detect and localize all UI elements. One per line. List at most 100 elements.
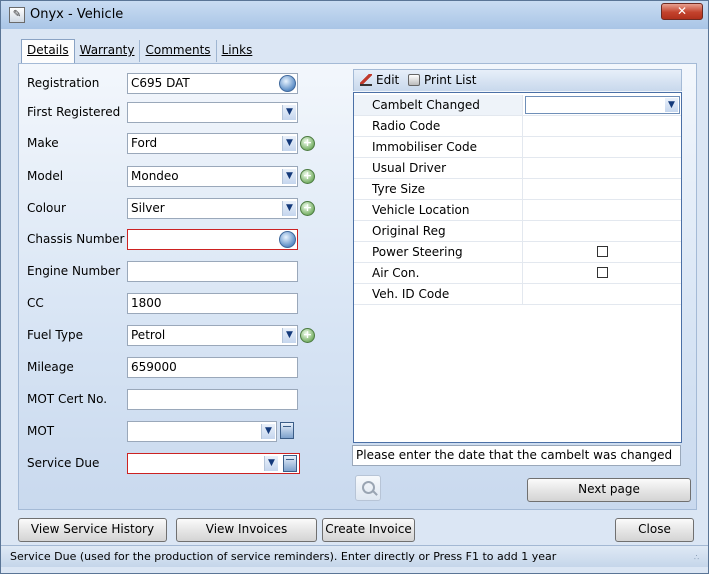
fuel-type-select[interactable]: Petrol ▼ <box>127 325 298 346</box>
grid-row-value[interactable] <box>522 221 681 241</box>
model-value: Mondeo <box>131 169 179 183</box>
grid-row-label: Original Reg <box>372 224 446 238</box>
first-registered-dropdown-icon[interactable]: ▼ <box>282 105 296 120</box>
printer-icon <box>408 74 420 86</box>
chassis-lookup-globe-icon[interactable] <box>279 231 296 248</box>
window-title: Onyx - Vehicle <box>30 7 124 22</box>
air-con-checkbox[interactable] <box>597 267 608 278</box>
add-model-plus-icon[interactable]: + <box>300 169 315 184</box>
service-due-date-field[interactable]: ▼ <box>127 453 300 474</box>
mot-cert-no-label: MOT Cert No. <box>27 392 108 406</box>
colour-dropdown-icon[interactable]: ▼ <box>282 201 296 216</box>
extra-details-grid: Cambelt Changed ▼ Radio Code Immobiliser… <box>353 92 682 443</box>
registration-label: Registration <box>27 76 100 90</box>
grid-row-label: Vehicle Location <box>372 203 470 217</box>
tab-strip: Details Warranty Comments Links <box>21 39 258 63</box>
model-dropdown-icon[interactable]: ▼ <box>282 169 296 184</box>
grid-row[interactable]: Vehicle Location <box>354 200 681 221</box>
title-bar[interactable]: ✎ Onyx - Vehicle ✕ <box>1 1 708 29</box>
window-close-button[interactable]: ✕ <box>661 3 703 20</box>
add-make-plus-icon[interactable]: + <box>300 136 315 151</box>
mot-calendar-icon[interactable] <box>280 422 294 439</box>
edit-pencil-icon <box>360 74 372 86</box>
service-due-label: Service Due <box>27 456 100 470</box>
model-label: Model <box>27 169 64 183</box>
chassis-number-field[interactable] <box>127 229 298 250</box>
engine-number-field[interactable] <box>127 261 298 282</box>
fuel-type-label: Fuel Type <box>27 328 83 342</box>
grid-row[interactable]: Tyre Size <box>354 179 681 200</box>
grid-row-value[interactable] <box>522 242 681 262</box>
grid-row-value[interactable] <box>522 200 681 220</box>
tab-comments-label: Comments <box>145 43 211 57</box>
view-invoices-button[interactable]: View Invoices <box>176 518 317 542</box>
service-due-dropdown-icon[interactable]: ▼ <box>264 456 278 471</box>
create-invoice-button[interactable]: Create Invoice <box>322 518 415 542</box>
resize-grip-icon[interactable]: ∴ <box>694 554 704 565</box>
first-registered-field[interactable]: ▼ <box>127 102 298 123</box>
registration-field[interactable]: C695 DAT <box>127 73 298 94</box>
mot-date-field[interactable]: ▼ <box>127 421 277 442</box>
mileage-label: Mileage <box>27 360 74 374</box>
grid-row[interactable]: Air Con. <box>354 263 681 284</box>
mot-dropdown-icon[interactable]: ▼ <box>261 424 275 439</box>
cambelt-date-dropdown[interactable]: ▼ <box>525 96 680 114</box>
fuel-type-dropdown-icon[interactable]: ▼ <box>282 328 296 343</box>
tab-warranty[interactable]: Warranty <box>75 40 141 62</box>
grid-row[interactable]: Radio Code <box>354 116 681 137</box>
grid-row-label: Power Steering <box>372 245 463 259</box>
registration-lookup-globe-icon[interactable] <box>279 75 296 92</box>
colour-select[interactable]: Silver ▼ <box>127 198 298 219</box>
status-text: Service Due (used for the production of … <box>10 550 557 563</box>
grid-row[interactable]: Veh. ID Code <box>354 284 681 305</box>
cc-field[interactable]: 1800 <box>127 293 298 314</box>
grid-row-value[interactable]: ▼ <box>522 95 681 115</box>
mileage-field[interactable]: 659000 <box>127 357 298 378</box>
mot-cert-no-field[interactable] <box>127 389 298 410</box>
next-page-button[interactable]: Next page <box>527 478 691 502</box>
search-magnifier-icon[interactable] <box>355 475 381 501</box>
grid-row[interactable]: Usual Driver <box>354 158 681 179</box>
service-due-calendar-icon[interactable] <box>283 455 297 472</box>
grid-row-value[interactable] <box>522 263 681 283</box>
tab-comments[interactable]: Comments <box>140 40 217 62</box>
edit-label: Edit <box>376 73 400 87</box>
grid-row-value[interactable] <box>522 116 681 136</box>
grid-row-label: Tyre Size <box>372 182 426 196</box>
make-value: Ford <box>131 136 158 150</box>
grid-row[interactable]: Power Steering <box>354 242 681 263</box>
grid-row-label: Radio Code <box>372 119 441 133</box>
status-bar: Service Due (used for the production of … <box>1 545 708 567</box>
cc-label: CC <box>27 296 44 310</box>
tab-details[interactable]: Details <box>21 39 75 63</box>
grid-toolbar: Edit Print List <box>353 69 682 91</box>
make-select[interactable]: Ford ▼ <box>127 133 298 154</box>
make-label: Make <box>27 136 59 150</box>
close-button[interactable]: Close <box>615 518 694 542</box>
model-select[interactable]: Mondeo ▼ <box>127 166 298 187</box>
tab-links[interactable]: Links <box>217 40 258 62</box>
grid-row-label: Veh. ID Code <box>372 287 450 301</box>
grid-row-value[interactable] <box>522 137 681 157</box>
grid-row-value[interactable] <box>522 158 681 178</box>
edit-button[interactable]: Edit <box>360 73 399 87</box>
chassis-number-label: Chassis Number <box>27 232 125 246</box>
make-dropdown-icon[interactable]: ▼ <box>282 136 296 151</box>
registration-value: C695 DAT <box>131 76 190 90</box>
grid-row-value[interactable] <box>522 284 681 304</box>
grid-row[interactable]: Original Reg <box>354 221 681 242</box>
print-list-button[interactable]: Print List <box>408 73 476 87</box>
print-list-label: Print List <box>424 73 477 87</box>
cambelt-dropdown-icon[interactable]: ▼ <box>665 98 678 112</box>
grid-row-value[interactable] <box>522 179 681 199</box>
tab-warranty-label: Warranty <box>79 43 135 57</box>
tab-details-label: Details <box>27 43 69 57</box>
grid-row[interactable]: Cambelt Changed ▼ <box>354 95 681 116</box>
add-colour-plus-icon[interactable]: + <box>300 201 315 216</box>
fuel-type-value: Petrol <box>131 328 166 342</box>
power-steering-checkbox[interactable] <box>597 246 608 257</box>
add-fuel-type-plus-icon[interactable]: + <box>300 328 315 343</box>
view-service-history-button[interactable]: View Service History <box>18 518 167 542</box>
next-page-label: Next page <box>578 482 640 496</box>
grid-row[interactable]: Immobiliser Code <box>354 137 681 158</box>
